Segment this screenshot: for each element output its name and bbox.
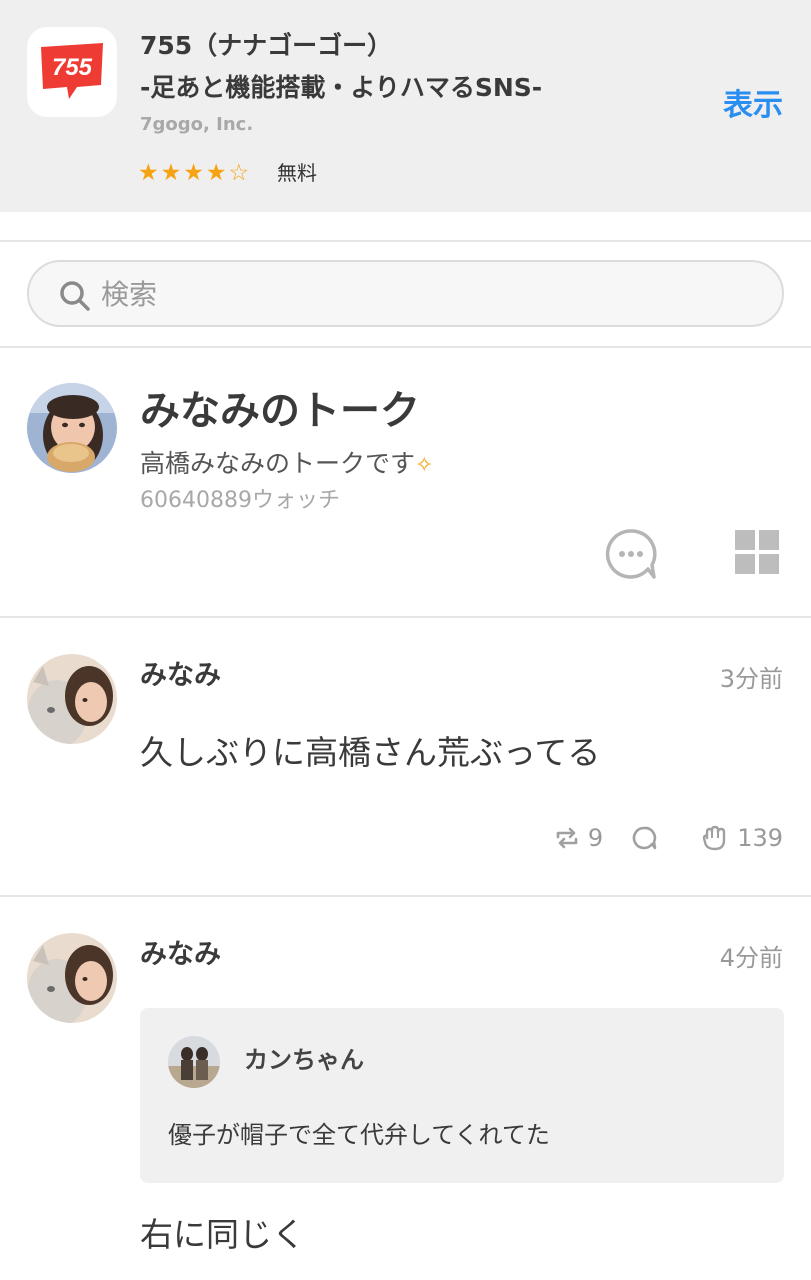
avatar-photo [27, 933, 117, 1023]
app-rating-stars: ★ ★ ★ ★ ☆ [138, 158, 251, 188]
like-count: 139 [737, 824, 783, 852]
post-actions: 9 139 [554, 820, 783, 856]
talk-description: 高橋みなみのトークです✧ [140, 446, 433, 484]
post-time: 3分前 [719, 665, 783, 693]
star-filled-icon: ★ [205, 160, 227, 186]
app-logo-icon: 755 [41, 43, 103, 99]
repost-icon [556, 827, 578, 849]
post-avatar[interactable] [27, 654, 117, 744]
divider [0, 240, 811, 242]
search-bar[interactable] [27, 260, 784, 327]
repost-count: 9 [587, 824, 604, 852]
sparkle-icon: ✧ [415, 453, 434, 478]
search-input[interactable] [101, 274, 761, 314]
open-app-button[interactable]: 表示 [723, 86, 783, 126]
watch-count: 60640889ウォッチ [140, 488, 340, 513]
app-icon[interactable]: 755 [27, 27, 117, 117]
quote-avatar[interactable] [168, 1036, 220, 1088]
comment-icon [632, 826, 657, 850]
star-filled-icon: ★ [138, 160, 159, 186]
star-filled-icon: ★ [160, 160, 182, 186]
star-filled-icon: ★ [183, 160, 204, 186]
app-title: 755（ナナゴーゴー） [140, 31, 393, 60]
clap-hand-icon [702, 825, 726, 851]
quote-author: カンちゃん [244, 1046, 364, 1074]
avatar-photo [168, 1036, 220, 1088]
quoted-post[interactable]: カンちゃん 優子が帽子で全て代弁してくれてた [140, 1008, 784, 1183]
grid-icon [735, 530, 779, 574]
divider [0, 895, 811, 897]
app-subtitle: -足あと機能搭載・よりハマるSNS- [140, 73, 543, 102]
app-price: 無料 [277, 161, 317, 185]
post-avatar[interactable] [27, 933, 117, 1023]
app-developer: 7gogo, Inc. [140, 114, 254, 135]
post-author: みなみ [140, 660, 221, 691]
post-body: 右に同じく [140, 1215, 305, 1254]
avatar-photo [27, 654, 117, 744]
comment-button[interactable] [604, 527, 658, 581]
avatar-photo [27, 383, 117, 473]
grid-view-button[interactable] [735, 530, 779, 574]
talk-description-text: 高橋みなみのトークです [140, 449, 416, 478]
post-body: 久しぶりに高橋さん荒ぶってる [140, 733, 601, 772]
repost-button[interactable]: 9 [554, 820, 603, 856]
talk-avatar[interactable] [27, 383, 117, 473]
chat-bubble-icon [605, 529, 657, 579]
quote-text: 優子が帽子で全て代弁してくれてた [168, 1121, 550, 1149]
talk-title: みなみのトーク [140, 388, 420, 434]
post-time: 4分前 [719, 944, 783, 972]
like-button[interactable]: 139 [701, 820, 783, 856]
post-author: みなみ [140, 939, 221, 970]
divider [0, 616, 811, 618]
search-icon [60, 281, 90, 311]
app-store-banner[interactable]: 755 755（ナナゴーゴー） -足あと機能搭載・よりハマるSNS- 7gogo… [0, 0, 811, 212]
divider [0, 346, 811, 348]
svg-text:755: 755 [52, 54, 93, 81]
star-empty-icon: ☆ [228, 160, 250, 186]
comment-button[interactable] [631, 825, 665, 851]
